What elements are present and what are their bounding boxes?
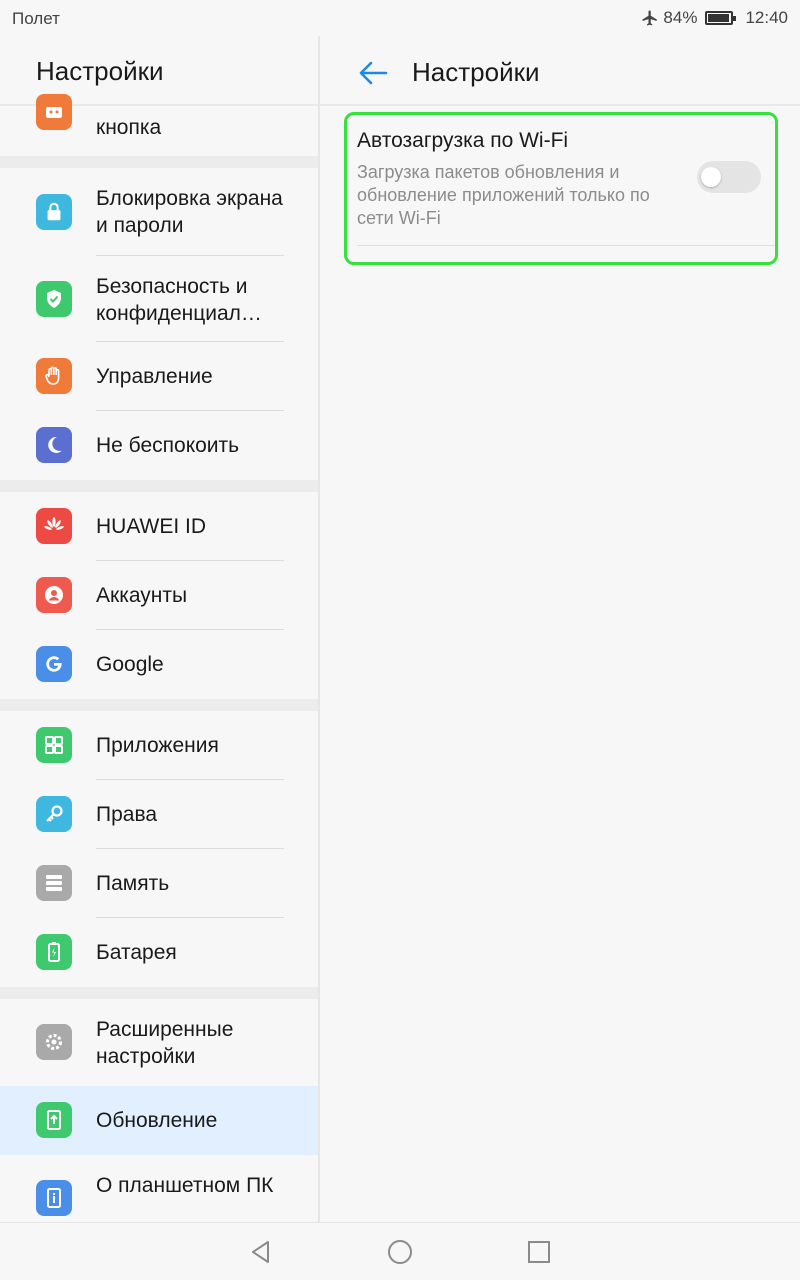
- home-icon[interactable]: [385, 1237, 415, 1267]
- google-icon: [36, 646, 72, 682]
- sidebar-item-label: Батарея: [96, 941, 177, 964]
- update-icon: [36, 1102, 72, 1138]
- group-divider: [0, 699, 318, 711]
- sidebar-item-label: Память: [96, 872, 170, 895]
- account-icon: [36, 577, 72, 613]
- sidebar-item-label: Права: [96, 803, 158, 826]
- key-icon: [36, 796, 72, 832]
- sidebar-item-label: Обновление: [96, 1109, 218, 1132]
- sidebar-item-security[interactable]: Безопасность и конфиденциал…: [0, 256, 318, 342]
- lock-icon: [36, 194, 72, 230]
- group-divider: [0, 987, 318, 999]
- setting-description: Загрузка пакетов обновления и обновление…: [357, 162, 650, 228]
- shield-icon: [36, 281, 72, 317]
- sidebar-item-lock-screen[interactable]: Блокировка экрана и пароли: [0, 168, 318, 256]
- setting-title: Автозагрузка по Wi-Fi: [357, 129, 569, 152]
- wifi-auto-download-setting[interactable]: Автозагрузка по Wi-Fi Загрузка пакетов о…: [344, 112, 778, 265]
- back-arrow-icon[interactable]: [356, 56, 390, 90]
- moon-icon: [36, 427, 72, 463]
- sidebar-item-advanced-settings[interactable]: Расширенные настройки: [0, 999, 318, 1086]
- wifi-auto-download-toggle[interactable]: [697, 161, 761, 193]
- sidebar-item-label: Управление: [96, 365, 213, 388]
- sidebar-item-update[interactable]: Обновление: [0, 1086, 318, 1155]
- status-bar: Полет 84% 12:40: [0, 0, 800, 36]
- sidebar-item-do-not-disturb[interactable]: Не беспокоить: [0, 411, 318, 480]
- sidebar-item-huawei-id[interactable]: HUAWEI ID: [0, 492, 318, 561]
- sidebar-item-about-tablet[interactable]: О планшетном ПК: [0, 1155, 318, 1222]
- sidebar-item-label: Блокировка экрана и пароли: [96, 187, 283, 237]
- sidebar-item-button[interactable]: кнопка: [0, 94, 318, 156]
- carrier-label: Полет: [12, 9, 60, 28]
- battery-fill: [708, 14, 729, 22]
- sidebar-item-label: Google: [96, 653, 164, 676]
- left-pane-title: Настройки: [36, 56, 164, 86]
- sidebar-item-google[interactable]: Google: [0, 630, 318, 699]
- sidebar-item-label: Расширенные настройки: [96, 1018, 234, 1068]
- sidebar-item-storage[interactable]: Память: [0, 849, 318, 918]
- navigation-bar: [0, 1222, 800, 1280]
- toggle-knob: [701, 167, 721, 187]
- clock: 12:40: [745, 8, 788, 27]
- sidebar-item-control[interactable]: Управление: [0, 342, 318, 411]
- sidebar-item-label: Приложения: [96, 734, 219, 757]
- sidebar-item-label: Аккаунты: [96, 584, 188, 607]
- storage-icon: [36, 865, 72, 901]
- sidebar-item-label: Не беспокоить: [96, 434, 240, 457]
- battery-icon: [705, 11, 737, 25]
- right-pane-title: Настройки: [412, 57, 540, 87]
- apps-icon: [36, 727, 72, 763]
- robot-icon: [36, 94, 72, 130]
- sidebar-item-label: HUAWEI ID: [96, 515, 207, 538]
- group-divider: [0, 156, 318, 168]
- pane-divider: [318, 36, 320, 1222]
- right-header-divider: [320, 104, 800, 106]
- huawei-icon: [36, 508, 72, 544]
- sidebar-item-label: О планшетном ПК: [96, 1174, 274, 1197]
- sidebar-item-accounts[interactable]: Аккаунты: [0, 561, 318, 630]
- status-right: 84% 12:40: [641, 8, 788, 28]
- info-icon: [36, 1180, 72, 1216]
- group-divider: [0, 480, 318, 492]
- screen: Полет 84% 12:40 Настройки кнопка Блокиро…: [0, 0, 800, 1280]
- settings-list-pane: Настройки кнопка Блокировка экрана и пар…: [0, 36, 318, 1222]
- setting-separator: [357, 245, 775, 246]
- sidebar-item-label: кнопка: [96, 116, 162, 139]
- sidebar-item-apps[interactable]: Приложения: [0, 711, 318, 780]
- sidebar-item-battery[interactable]: Батарея: [0, 918, 318, 987]
- airplane-icon: [642, 10, 658, 26]
- sidebar-item-label: Безопасность и конфиденциал…: [96, 275, 262, 325]
- back-icon[interactable]: [246, 1237, 276, 1267]
- recents-icon[interactable]: [524, 1237, 554, 1267]
- battery-icon: [36, 934, 72, 970]
- hand-icon: [36, 358, 72, 394]
- battery-percent: 84%: [663, 8, 698, 27]
- gear-icon: [36, 1024, 72, 1060]
- sidebar-item-permissions[interactable]: Права: [0, 780, 318, 849]
